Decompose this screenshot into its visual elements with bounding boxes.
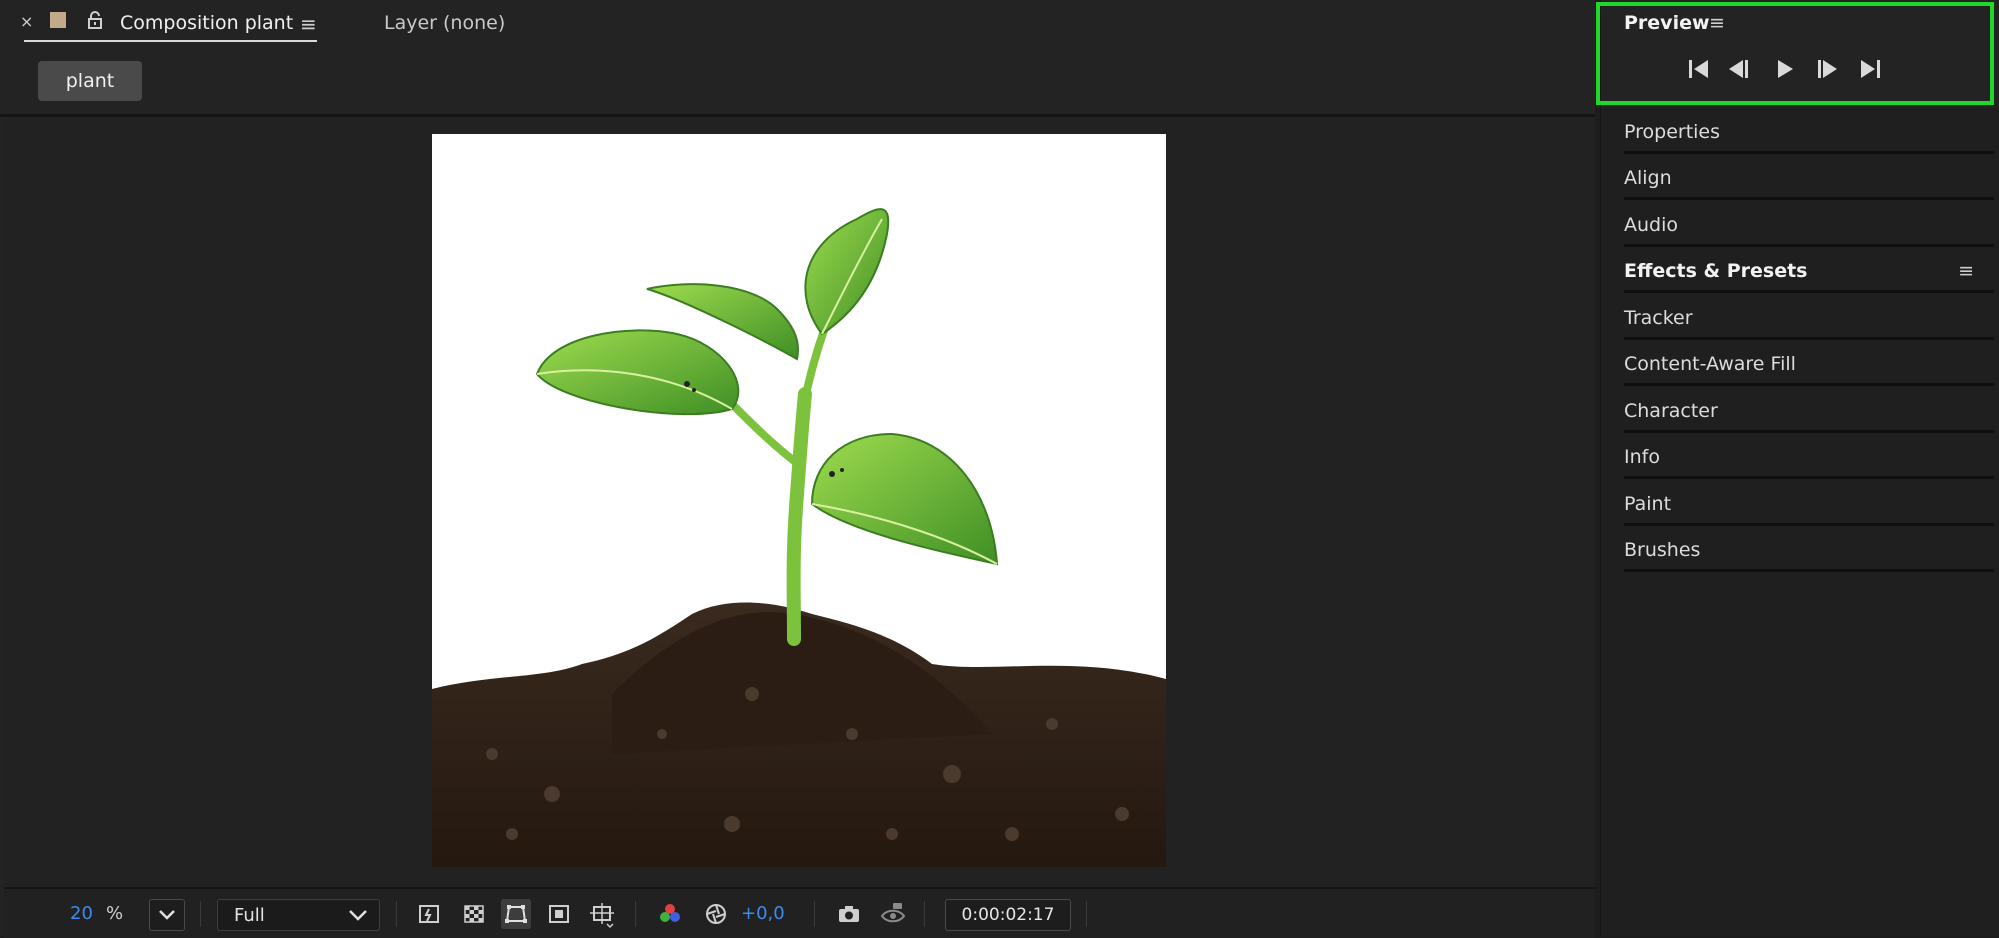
next-frame-icon[interactable] xyxy=(1814,57,1840,81)
separator xyxy=(1086,901,1087,927)
transparency-grid-icon[interactable] xyxy=(459,899,489,929)
panel-brushes[interactable]: Brushes xyxy=(1624,530,1994,572)
panel-info[interactable]: Info xyxy=(1624,437,1994,479)
color-management-icon[interactable] xyxy=(701,899,731,929)
panel-label: Tracker xyxy=(1624,307,1693,329)
play-icon[interactable] xyxy=(1772,57,1798,81)
panel-label: Brushes xyxy=(1624,539,1701,561)
panel-audio[interactable]: Audio xyxy=(1624,205,1994,247)
panel-label: Properties xyxy=(1624,121,1721,143)
resolution-dropdown[interactable]: Full xyxy=(217,899,380,931)
resolution-value: Full xyxy=(234,905,265,926)
plant-image xyxy=(432,134,1166,867)
composition-tab-bar: × Composition plant ≡ Layer (none) xyxy=(0,0,1595,48)
zoom-dropdown[interactable] xyxy=(149,899,185,931)
separator xyxy=(924,901,925,927)
composition-name-button[interactable]: plant xyxy=(38,61,142,101)
panel-label: Character xyxy=(1624,400,1718,422)
current-time-display[interactable]: 0:00:02:17 xyxy=(945,899,1071,931)
panel-label: Paint xyxy=(1624,493,1672,515)
exposure-value[interactable]: +0,0 xyxy=(741,889,785,938)
active-tab-underline xyxy=(24,40,317,42)
panel-effects-presets[interactable]: Effects & Presets ≡ xyxy=(1624,251,1994,293)
panel-paint[interactable]: Paint xyxy=(1624,484,1994,526)
panel-character[interactable]: Character xyxy=(1624,391,1994,433)
previous-frame-icon[interactable] xyxy=(1726,57,1752,81)
separator xyxy=(635,901,636,927)
panel-content-aware-fill[interactable]: Content-Aware Fill xyxy=(1624,344,1994,386)
panel-label: Info xyxy=(1624,446,1660,468)
mask-path-visibility-icon[interactable] xyxy=(501,899,531,929)
zoom-value[interactable]: 20 xyxy=(70,889,93,938)
effects-presets-menu-icon[interactable]: ≡ xyxy=(1958,260,1974,282)
separator xyxy=(200,901,201,927)
chevron-down-icon xyxy=(349,910,367,921)
first-frame-icon[interactable] xyxy=(1686,57,1712,81)
label-color-swatch[interactable] xyxy=(50,12,66,28)
panel-align[interactable]: Align xyxy=(1624,158,1994,200)
composition-canvas[interactable] xyxy=(432,134,1166,867)
viewer-toolbar: 20 % Full +0,0 0:00:02:17 xyxy=(4,887,1595,938)
panel-label: Audio xyxy=(1624,214,1679,236)
separator xyxy=(814,901,815,927)
preview-panel-title[interactable]: Preview xyxy=(1624,12,1710,34)
fast-preview-icon[interactable] xyxy=(414,899,444,929)
panel-label: Effects & Presets xyxy=(1624,260,1808,282)
composition-panel: × Composition plant ≡ Layer (none) plant xyxy=(0,0,1595,938)
chevron-down-icon xyxy=(159,910,175,920)
panel-label: Content-Aware Fill xyxy=(1624,353,1796,375)
right-panel-column: Preview ≡ Properties Align Audio Effects xyxy=(1600,0,1999,936)
preview-panel: Preview ≡ xyxy=(1601,0,1999,108)
region-of-interest-icon[interactable] xyxy=(544,899,574,929)
last-frame-icon[interactable] xyxy=(1857,57,1883,81)
color-channel-icon[interactable] xyxy=(655,899,685,929)
separator xyxy=(396,901,397,927)
camera-snapshot-icon[interactable] xyxy=(834,899,864,929)
close-tab-button[interactable]: × xyxy=(20,12,33,31)
preview-menu-icon[interactable]: ≡ xyxy=(1709,12,1725,34)
panel-properties[interactable]: Properties xyxy=(1624,112,1994,154)
panel-label: Align xyxy=(1624,167,1672,189)
panel-tracker[interactable]: Tracker xyxy=(1624,298,1994,340)
composition-tab-title[interactable]: Composition plant xyxy=(120,12,293,34)
lock-icon[interactable] xyxy=(86,10,104,30)
show-snapshot-icon[interactable] xyxy=(878,899,908,929)
zoom-unit: % xyxy=(106,903,124,924)
guides-grid-icon[interactable] xyxy=(587,899,617,929)
tab-menu-icon[interactable]: ≡ xyxy=(300,12,317,36)
layer-tab[interactable]: Layer (none) xyxy=(384,12,505,34)
